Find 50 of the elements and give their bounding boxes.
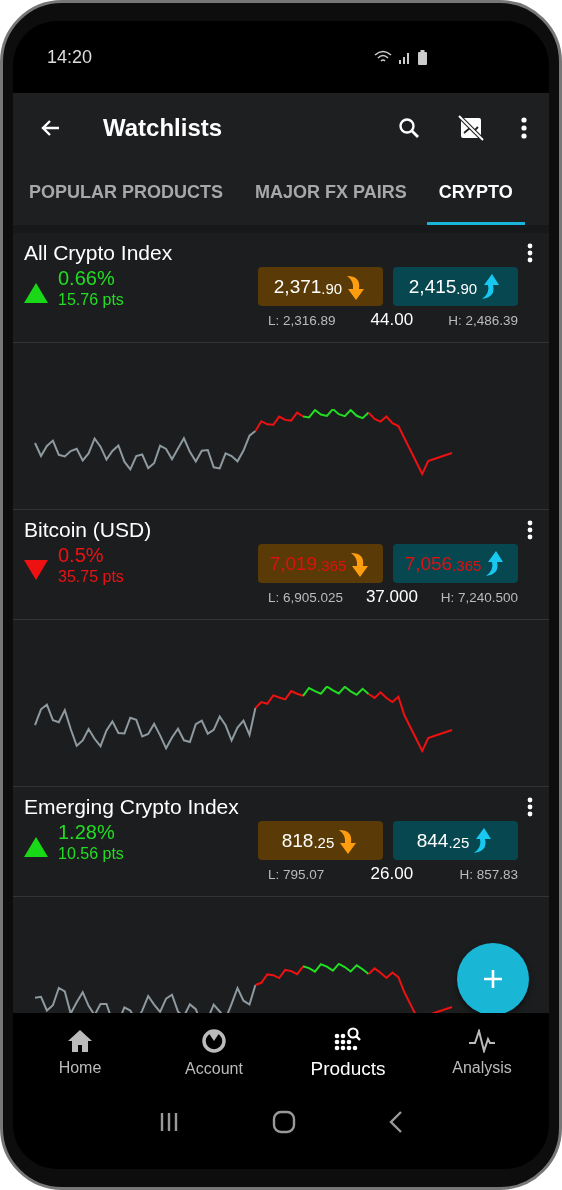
change-percent: 0.5% <box>58 544 105 567</box>
sell-button[interactable]: 2,371.90 <box>258 267 383 306</box>
more-icon[interactable] <box>527 797 533 817</box>
nav-tab[interactable]: Home <box>20 1029 140 1077</box>
instrument-card[interactable]: All Crypto Index 0.66% 15.76 pts 2,371.90 2,415.90 L: 2,316.89 44.00 H: 2,486.39 <box>13 233 549 343</box>
instrument-name: All Crypto Index <box>24 241 173 265</box>
tab[interactable]: POPULAR PRODUCTS <box>17 163 235 225</box>
low-price: L: 795.07 <box>268 867 325 882</box>
back-key-icon[interactable] <box>388 1111 403 1133</box>
buy-button[interactable]: 2,415.90 <box>393 267 518 306</box>
spread-value: 26.00 <box>370 864 414 884</box>
home-key-icon[interactable] <box>272 1110 296 1134</box>
image-off-icon <box>457 114 485 142</box>
change-points: 15.76 pts <box>58 291 125 309</box>
home-icon <box>67 1029 93 1053</box>
search-icon <box>397 116 421 140</box>
buy-button[interactable]: 844.25 <box>393 821 518 860</box>
nav-tab[interactable]: Account <box>154 1028 274 1078</box>
nav-tab[interactable]: Analysis <box>422 1029 542 1077</box>
instrument-card[interactable]: Bitcoin (USD) 0.5% 35.75 pts 7,019.365 7,056.365 L: 6,905.025 37.000 H: 7,240.500 <box>13 510 549 620</box>
more-icon[interactable] <box>527 243 533 263</box>
more-icon[interactable] <box>527 520 533 540</box>
grid-search-icon <box>334 1026 362 1052</box>
nav-tab[interactable]: Products <box>288 1026 408 1080</box>
instrument-card[interactable]: Emerging Crypto Index 1.28% 10.56 pts 818.25 844.25 L: 795.07 26.00 H: 857.83 <box>13 787 549 897</box>
high-price: H: 857.83 <box>459 867 518 882</box>
low-price: L: 2,316.89 <box>268 313 336 328</box>
tab[interactable]: MAJOR FX PAIRS <box>243 163 419 225</box>
clock-icon <box>201 1028 227 1054</box>
instrument-name: Emerging Crypto Index <box>24 795 239 819</box>
change-points: 35.75 pts <box>58 568 125 586</box>
signal-icon <box>398 50 412 64</box>
plus-icon <box>482 968 504 990</box>
sell-button[interactable]: 818.25 <box>258 821 383 860</box>
instrument-name: Bitcoin (USD) <box>24 518 152 542</box>
more-icon <box>521 117 527 139</box>
wifi-icon <box>374 50 392 64</box>
status-time: 14:20 <box>47 46 93 68</box>
spread-value: 44.00 <box>370 310 414 330</box>
high-price: H: 2,486.39 <box>448 313 518 328</box>
pulse-icon <box>468 1029 496 1053</box>
change-percent: 0.66% <box>58 267 116 290</box>
low-price: L: 6,905.025 <box>268 590 344 605</box>
recent-apps-icon[interactable] <box>159 1113 180 1131</box>
change-percent: 1.28% <box>58 821 116 844</box>
spread-value: 37.000 <box>365 587 418 607</box>
screen-title: Watchlists <box>103 114 223 142</box>
battery-icon <box>418 49 427 65</box>
high-price: H: 7,240.500 <box>440 590 518 605</box>
change-points: 10.56 pts <box>58 845 125 863</box>
